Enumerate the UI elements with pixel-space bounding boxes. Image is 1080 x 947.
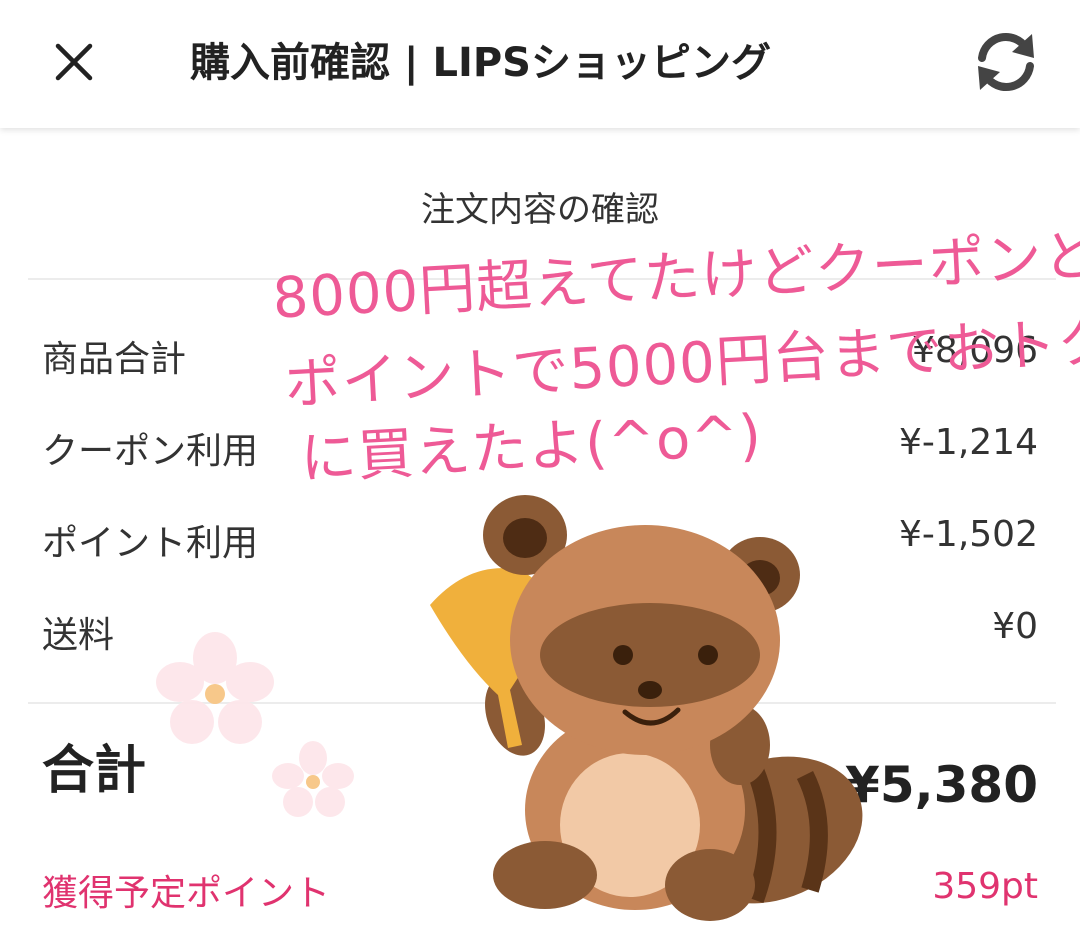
shipping-label: 送料 [42, 615, 115, 656]
tanuki-sticker [430, 495, 863, 921]
app-header: 購入前確認 | LIPSショッピング [0, 0, 1080, 128]
flower-sticker-large [156, 632, 274, 744]
earned-points-label: 獲得予定ポイント [42, 873, 331, 914]
close-button[interactable] [48, 36, 100, 88]
coupon-value: ¥-1,214 [899, 422, 1038, 463]
shipping-value: ¥0 [992, 606, 1038, 647]
point-use-value: ¥-1,502 [899, 514, 1038, 555]
subtotal-label: 商品合計 [42, 339, 187, 380]
close-icon [55, 43, 93, 81]
page-title: 購入前確認 | LIPSショッピング [190, 40, 771, 86]
refresh-icon [978, 32, 1034, 92]
point-use-label: ポイント利用 [42, 523, 259, 564]
order-confirmation-page: 購入前確認 | LIPSショッピング 注文内容の確認 商品合計 ¥8,096 ク… [0, 0, 1080, 947]
flower-sticker-small [272, 741, 354, 817]
earned-points-value: 359pt [932, 866, 1038, 907]
total-label: 合計 [42, 741, 147, 801]
refresh-button[interactable] [968, 24, 1044, 100]
coupon-label: クーポン利用 [42, 431, 259, 472]
